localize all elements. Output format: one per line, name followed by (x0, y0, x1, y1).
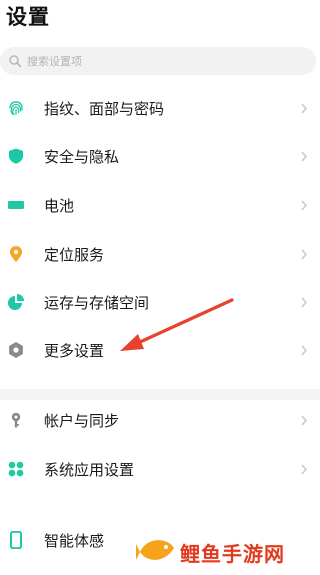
settings-item-label: 帐户与同步 (44, 412, 120, 430)
watermark-logo: 鲤鱼手游网 (136, 530, 316, 570)
settings-item-fingerprint[interactable]: 指纹、面部与密码 (0, 86, 320, 132)
fingerprint-icon (9, 101, 23, 116)
key-icon (11, 412, 21, 428)
settings-item-label: 更多设置 (44, 342, 105, 360)
chevron-right-icon (301, 297, 307, 308)
settings-item-label: 智能体感 (44, 532, 105, 550)
settings-item-storage[interactable]: 运存与存储空间 (0, 280, 320, 326)
apps-grid-icon (8, 461, 24, 477)
settings-item-security-privacy[interactable]: 安全与隐私 (0, 134, 320, 180)
settings-item-system-apps[interactable]: 系统应用设置 (0, 447, 320, 493)
pie-chart-icon (8, 294, 24, 310)
gear-icon (9, 342, 23, 358)
page-title: 设置 (6, 5, 50, 29)
location-pin-icon (10, 246, 22, 262)
search-input[interactable] (27, 52, 297, 70)
chevron-right-icon (301, 103, 307, 114)
search-icon (9, 55, 22, 68)
watermark-text: 鲤鱼手游网 (180, 542, 285, 566)
fish-logo-icon (136, 540, 174, 560)
phone-outline-icon (10, 531, 22, 549)
chevron-right-icon (301, 200, 307, 211)
settings-item-more-settings[interactable]: 更多设置 (0, 328, 320, 374)
settings-item-battery[interactable]: 电池 (0, 183, 320, 229)
shield-icon (9, 148, 23, 164)
chevron-right-icon (301, 464, 307, 475)
settings-item-location[interactable]: 定位服务 (0, 232, 320, 278)
settings-item-label: 运存与存储空间 (44, 294, 150, 312)
chevron-right-icon (301, 415, 307, 426)
settings-item-label: 电池 (44, 197, 75, 215)
settings-item-account-sync[interactable]: 帐户与同步 (0, 398, 320, 444)
settings-item-label: 定位服务 (44, 246, 105, 264)
settings-item-label: 系统应用设置 (44, 461, 135, 479)
settings-item-label: 安全与隐私 (44, 148, 120, 166)
chevron-right-icon (301, 151, 307, 162)
chevron-right-icon (301, 249, 307, 260)
battery-icon (8, 201, 24, 209)
search-bar[interactable] (0, 47, 316, 75)
chevron-right-icon (301, 345, 307, 356)
settings-item-label: 指纹、面部与密码 (44, 100, 165, 118)
